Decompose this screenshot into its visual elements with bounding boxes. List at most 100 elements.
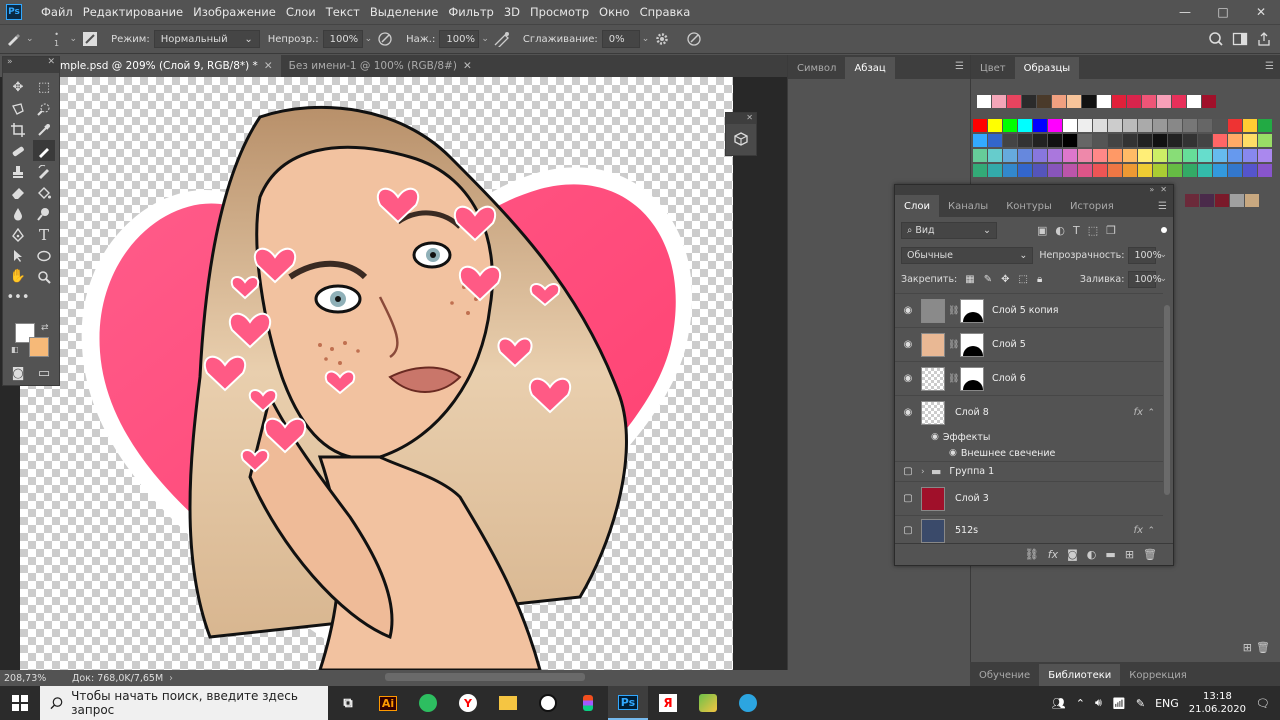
brush-preset-icon[interactable] bbox=[4, 30, 22, 48]
color-swatch[interactable] bbox=[1048, 119, 1062, 132]
paint-bucket-tool-icon[interactable] bbox=[33, 182, 55, 203]
color-swatch[interactable] bbox=[1202, 95, 1216, 108]
lock-transparent-icon[interactable]: ▦ bbox=[965, 274, 974, 285]
more-tools-icon[interactable]: ••• bbox=[7, 287, 30, 308]
link-icon[interactable]: ⛓ bbox=[948, 306, 959, 316]
color-swatch[interactable] bbox=[1213, 164, 1227, 177]
chevron-up-icon[interactable]: ⌃ bbox=[1076, 697, 1085, 710]
color-swatch[interactable] bbox=[1063, 134, 1077, 147]
yandex-browser-icon[interactable]: Y bbox=[448, 686, 488, 720]
people-icon[interactable]: 👥︎ bbox=[1052, 697, 1066, 710]
pen-icon[interactable]: ✎ bbox=[1136, 697, 1145, 710]
color-swatch[interactable] bbox=[1187, 95, 1201, 108]
marquee-tool-icon[interactable]: ⬚ bbox=[33, 77, 55, 98]
color-swatch[interactable] bbox=[1245, 194, 1259, 207]
color-swatch[interactable] bbox=[1078, 149, 1092, 162]
effects-row[interactable]: ◉ Эффекты bbox=[895, 429, 1163, 445]
default-colors-icon[interactable]: ◧ bbox=[11, 345, 19, 354]
color-swatch[interactable] bbox=[1093, 134, 1107, 147]
layer-effects-icon[interactable]: fx bbox=[1134, 407, 1143, 418]
doc-size[interactable]: Док: 768,0K/7,65M bbox=[72, 673, 163, 684]
color-swatch[interactable] bbox=[973, 149, 987, 162]
color-swatch[interactable] bbox=[1112, 95, 1126, 108]
crop-tool-icon[interactable] bbox=[7, 119, 29, 140]
menu-filter[interactable]: Фильтр bbox=[443, 5, 499, 19]
color-swatch[interactable] bbox=[1213, 134, 1227, 147]
menu-3d[interactable]: 3D bbox=[499, 5, 525, 19]
color-swatch[interactable] bbox=[1063, 164, 1077, 177]
lock-image-icon[interactable]: ✎ bbox=[984, 274, 992, 285]
color-swatch[interactable] bbox=[1078, 134, 1092, 147]
color-swatch[interactable] bbox=[1123, 149, 1137, 162]
fill-input[interactable]: 100% bbox=[1128, 270, 1162, 288]
color-swatch[interactable] bbox=[1108, 134, 1122, 147]
tab-channels[interactable]: Каналы bbox=[939, 195, 997, 217]
color-swatch[interactable] bbox=[1228, 134, 1242, 147]
tab-layers[interactable]: Слои bbox=[895, 195, 939, 217]
chevron-down-icon[interactable]: ⌄ bbox=[642, 34, 650, 44]
color-swatch[interactable] bbox=[1198, 134, 1212, 147]
eraser-tool-icon[interactable] bbox=[7, 182, 29, 203]
ellipse-tool-icon[interactable] bbox=[33, 245, 55, 266]
menu-select[interactable]: Выделение bbox=[365, 5, 444, 19]
taskbar-search-input[interactable]: Чтобы начать поиск, введите здесь запрос bbox=[40, 686, 328, 720]
task-view-icon[interactable]: ⧉ bbox=[328, 686, 368, 720]
color-swatch[interactable] bbox=[1198, 119, 1212, 132]
new-swatch-icon[interactable]: ⊞ bbox=[1243, 641, 1252, 654]
color-swatch[interactable] bbox=[1243, 164, 1257, 177]
color-swatch[interactable] bbox=[1138, 134, 1152, 147]
maximize-button[interactable]: □ bbox=[1204, 5, 1242, 19]
close-icon[interactable]: ✕ bbox=[726, 113, 756, 124]
link-layers-icon[interactable]: ⛓ bbox=[1025, 548, 1039, 561]
quick-select-tool-icon[interactable] bbox=[33, 98, 55, 119]
notifications-icon[interactable]: 🗨︎ bbox=[1256, 697, 1270, 710]
illustrator-icon[interactable]: Ai bbox=[368, 686, 408, 720]
pressure-input[interactable]: 100% bbox=[439, 30, 480, 48]
color-swatch[interactable] bbox=[1048, 164, 1062, 177]
color-swatch[interactable] bbox=[1003, 134, 1017, 147]
swap-colors-icon[interactable]: ⇄ bbox=[41, 323, 49, 333]
color-swatch[interactable] bbox=[1228, 149, 1242, 162]
tab-swatches[interactable]: Образцы bbox=[1014, 57, 1080, 79]
brush-tool-icon[interactable] bbox=[33, 140, 55, 161]
color-swatch[interactable] bbox=[1183, 119, 1197, 132]
filter-shape-icon[interactable]: ⬚ bbox=[1088, 224, 1098, 237]
chevron-down-icon[interactable]: ⌄ bbox=[26, 34, 34, 44]
photoshop-logo[interactable]: Ps bbox=[6, 4, 22, 20]
pressure-opacity-icon[interactable] bbox=[376, 30, 394, 48]
chevron-down-icon[interactable]: ⌄ bbox=[365, 34, 373, 44]
layer-row[interactable]: ▢ 512s fx ⌃ bbox=[895, 515, 1163, 545]
color-swatch[interactable] bbox=[1093, 119, 1107, 132]
color-swatch[interactable] bbox=[1215, 194, 1229, 207]
chevron-down-icon[interactable]: ⌄ bbox=[1159, 250, 1167, 260]
toolbox-header[interactable]: » ✕ bbox=[3, 57, 59, 73]
color-swatch[interactable] bbox=[988, 149, 1002, 162]
dodge-tool-icon[interactable] bbox=[33, 203, 55, 224]
color-swatch[interactable] bbox=[1200, 194, 1214, 207]
chevron-right-icon[interactable]: › bbox=[169, 673, 173, 684]
chevron-down-icon[interactable]: ⌄ bbox=[481, 34, 489, 44]
link-icon[interactable]: ⛓ bbox=[948, 374, 959, 384]
color-swatch[interactable] bbox=[1198, 149, 1212, 162]
chevron-down-icon[interactable]: ⌄ bbox=[70, 34, 78, 44]
color-swatch[interactable] bbox=[1142, 95, 1156, 108]
color-swatch[interactable] bbox=[1123, 134, 1137, 147]
eye-icon[interactable]: ◉ bbox=[895, 407, 921, 418]
layer-row[interactable]: ◉ Слой 8 fx ⌃ bbox=[895, 395, 1163, 429]
color-swatch[interactable] bbox=[1185, 194, 1199, 207]
yandex-icon[interactable]: Я bbox=[648, 686, 688, 720]
photoshop-taskbar-icon[interactable]: Ps bbox=[608, 686, 648, 720]
color-swatch[interactable] bbox=[1007, 95, 1021, 108]
color-swatch[interactable] bbox=[1258, 134, 1272, 147]
layer-row[interactable]: ◉ ⛓ Слой 6 bbox=[895, 361, 1163, 395]
color-swatch[interactable] bbox=[1168, 119, 1182, 132]
move-tool-icon[interactable]: ✥ bbox=[7, 77, 29, 98]
color-swatch[interactable] bbox=[1127, 95, 1141, 108]
lasso-tool-icon[interactable] bbox=[7, 98, 29, 119]
layer-opacity-input[interactable]: 100% bbox=[1128, 246, 1162, 264]
eye-toggle-empty[interactable]: ▢ bbox=[895, 525, 921, 536]
add-style-icon[interactable]: fx bbox=[1048, 548, 1058, 561]
vertical-scrollbar[interactable] bbox=[775, 77, 783, 670]
zoom-level[interactable]: 208,73% bbox=[0, 673, 72, 684]
color-swatch[interactable] bbox=[1213, 119, 1227, 132]
